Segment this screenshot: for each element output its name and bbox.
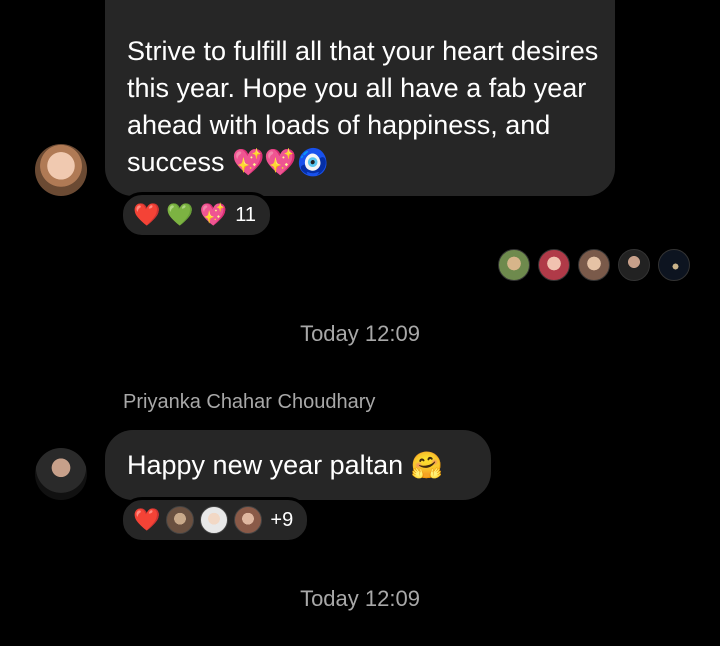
sender-name[interactable]: Priyanka Chahar Choudhary xyxy=(123,391,375,414)
seen-avatar xyxy=(618,249,650,281)
message-bubble[interactable]: Strive to fulfill all that your heart de… xyxy=(105,0,615,196)
timestamp: Today 12:09 xyxy=(300,586,420,611)
message-emojis: 💖💖🧿 xyxy=(232,147,330,177)
reaction-count: +9 xyxy=(270,508,294,531)
seen-avatar xyxy=(538,249,570,281)
reactions-pill[interactable]: ❤️ 💚 💖 11 xyxy=(120,192,273,238)
reactor-avatar xyxy=(166,506,195,534)
reactor-avatar xyxy=(200,506,229,534)
seen-avatar xyxy=(498,249,530,281)
message-text: Strive to fulfill all that your heart de… xyxy=(127,36,599,177)
seen-avatar xyxy=(658,249,690,281)
sender-avatar[interactable] xyxy=(35,144,87,196)
timestamp: Today 12:09 xyxy=(300,321,420,346)
sender-avatar[interactable] xyxy=(35,448,87,500)
sparkling-heart-emoji: 💖 xyxy=(199,202,228,227)
green-heart-emoji: 💚 xyxy=(166,202,194,227)
seen-by-avatars[interactable] xyxy=(498,249,690,281)
reaction-count: 11 xyxy=(235,203,256,226)
reactions-pill[interactable]: ❤️ +9 xyxy=(120,497,311,543)
reactor-avatar xyxy=(234,506,263,534)
message-bubble[interactable]: Happy new year paltan 🤗 xyxy=(105,430,491,500)
heart-emoji: ❤️ xyxy=(133,202,161,227)
seen-avatar xyxy=(578,249,610,281)
heart-emoji: ❤️ xyxy=(133,507,161,532)
hugging-face-emoji: 🤗 xyxy=(410,450,444,480)
message-text: Happy new year paltan 🤗 xyxy=(127,450,444,480)
